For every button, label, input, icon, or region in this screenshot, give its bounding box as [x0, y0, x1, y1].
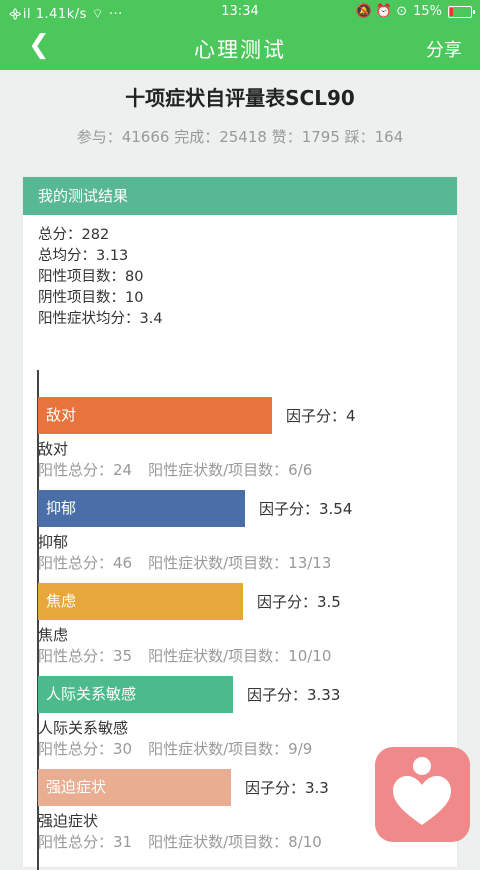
app-title: 心理测试 [194, 38, 286, 62]
category-name-0: 敌对 [38, 440, 69, 458]
factor-score-1: 因子分：3.54 [259, 500, 353, 518]
test-stats: 参与：41666 完成：25418 赞：1795 踩：164 [76, 128, 404, 146]
category-detail-2: 阳性总分：35 阳性症状数/项目数：10/10 [38, 647, 332, 665]
category-detail-3: 阳性总分：30 阳性症状数/项目数：9/9 [38, 740, 313, 758]
category-name-2: 焦虑 [38, 626, 69, 644]
status-bar: ᯽il 1.41k/s ⌔ ··· 13:34 🔕 ⏰ ⊙ 15% [0, 0, 480, 24]
bar-3: 人际关系敏感 [38, 676, 233, 713]
battery-percent: 15% [413, 4, 442, 19]
category-detail-1: 阳性总分：46 阳性症状数/项目数：13/13 [38, 554, 332, 572]
category-detail-4: 阳性总分：31 阳性症状数/项目数：8/10 [38, 833, 322, 851]
page-title: 十项症状自评量表SCL90 [125, 86, 355, 110]
category-name-4: 强迫症状 [38, 812, 99, 830]
bar-2: 焦虑 [38, 583, 243, 620]
app-bar: ❮ 心理测试 分享 [0, 24, 480, 70]
share-button[interactable]: 分享 [426, 36, 462, 62]
alarm-icon: 🔕 ⏰ ⊙ [355, 4, 408, 19]
factor-score-4: 因子分：3.3 [245, 779, 329, 797]
factor-score-0: 因子分：4 [286, 407, 356, 425]
category-name-3: 人际关系敏感 [38, 719, 129, 737]
category-name-1: 抑郁 [38, 533, 69, 551]
bar-1: 抑郁 [38, 490, 245, 527]
status-icons: 🔕 ⏰ ⊙ 15% [355, 4, 475, 19]
heart-person-logo-icon[interactable] [375, 747, 470, 842]
battery-icon [448, 5, 475, 18]
factor-score-3: 因子分：3.33 [247, 686, 341, 704]
bar-4: 强迫症状 [38, 769, 231, 806]
bar-0: 敌对 [38, 397, 272, 434]
category-detail-0: 阳性总分：24 阳性症状数/项目数：6/6 [38, 461, 313, 479]
factor-score-2: 因子分：3.5 [257, 593, 341, 611]
